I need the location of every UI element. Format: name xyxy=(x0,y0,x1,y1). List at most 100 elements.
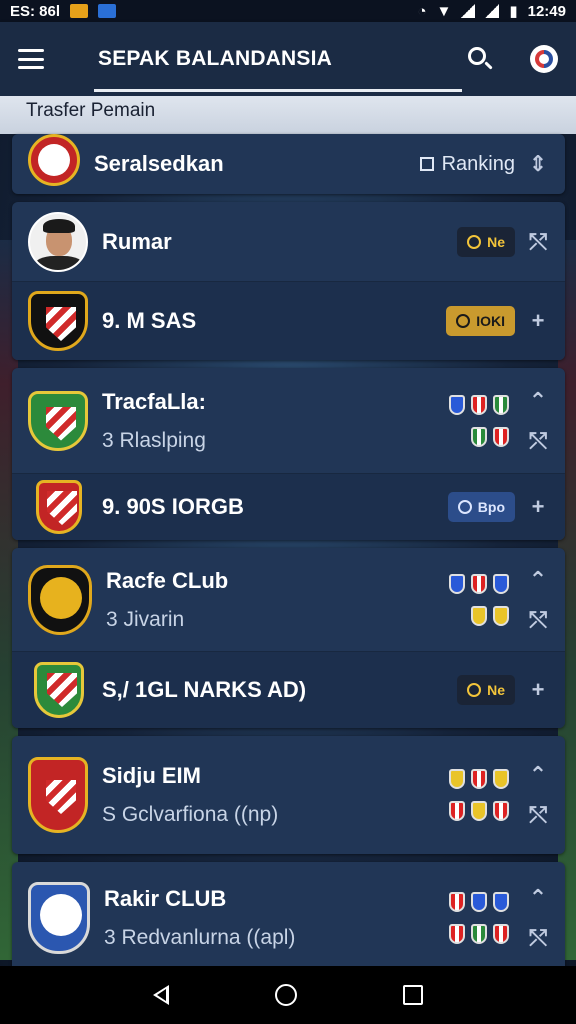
club-crest-icon xyxy=(34,662,84,718)
ranking-button[interactable]: Ranking xyxy=(419,152,515,176)
list-card: TracfaLla: 3 Rlaslping ⌃ ⤲ 9. 90S IORGB … xyxy=(12,368,565,540)
swap-icon[interactable]: ⤲ xyxy=(527,429,549,452)
club-crest-icon xyxy=(28,291,88,351)
club-name: 9. M SAS xyxy=(102,308,197,333)
recent-apps-icon[interactable] xyxy=(403,985,423,1005)
mini-crest-icon xyxy=(471,892,487,912)
list-item[interactable]: Rakir CLUB 3 Redvanlurna ((apl) ⌃ ⤲ xyxy=(12,862,565,974)
mini-crest-icon xyxy=(449,892,465,912)
club-crest-icon xyxy=(28,757,88,833)
mini-crest-icon xyxy=(449,769,465,789)
tab-indicator xyxy=(94,89,463,92)
list-item[interactable]: Sidju EIM S Gclvarfiona ((np) ⌃ ⤲ xyxy=(12,736,565,854)
list-header-row[interactable]: Seralsedkan Ranking ⇕ xyxy=(12,134,565,194)
club-crest-icon xyxy=(28,564,92,635)
app-notification-icon xyxy=(98,4,117,18)
alarm-icon: ◔ xyxy=(417,2,427,20)
mini-crest-icon xyxy=(449,394,465,415)
transfer-list: Seralsedkan Ranking ⇕ Rumar Ne ⤲ 9. M SA… xyxy=(12,134,565,982)
list-item[interactable]: 9. 90S IORGB Bpo + xyxy=(12,474,565,540)
app-bar: SEPAK BALANDANSIA xyxy=(0,22,576,96)
list-item[interactable]: S,/ 1GL NARKS AD) Ne + xyxy=(12,652,565,728)
mini-crest-icon xyxy=(471,426,487,447)
club-crest-icon xyxy=(28,134,80,186)
sort-icon[interactable]: ⇕ xyxy=(527,153,549,175)
badge-label: Ne xyxy=(487,233,505,250)
page-title: SEPAK BALANDANSIA xyxy=(94,47,463,92)
list-item[interactable]: TracfaLla: 3 Rlaslping ⌃ ⤲ xyxy=(12,368,565,474)
signal-icon xyxy=(461,4,476,18)
status-right: ◔ ▼ ▮ 12:49 xyxy=(417,2,566,21)
list-item[interactable]: Racfe CLub 3 Jivarin ⌃ ⤲ xyxy=(12,548,565,652)
club-badges xyxy=(449,394,509,447)
list-card: Racfe CLub 3 Jivarin ⌃ ⤲ S,/ 1GL NARKS A… xyxy=(12,548,565,728)
mini-crest-icon xyxy=(449,924,465,944)
badge-label: Ne xyxy=(487,682,505,698)
status-badge[interactable]: Ne xyxy=(457,226,515,257)
club-subtitle: S Gclvarfiona ((np) xyxy=(102,803,279,826)
swap-icon[interactable]: ⤲ xyxy=(527,608,549,631)
search-icon[interactable] xyxy=(466,45,494,73)
club-name: S,/ 1GL NARKS AD) xyxy=(102,677,307,702)
status-badge[interactable]: Ne xyxy=(457,675,515,705)
mini-crest-icon xyxy=(493,426,509,447)
wifi-icon: ▼ xyxy=(436,2,452,20)
club-name: Sidju EIM xyxy=(102,763,201,788)
club-name: 9. 90S IORGB xyxy=(102,494,244,519)
mini-crest-icon xyxy=(493,801,509,821)
status-time: 12:49 xyxy=(527,2,566,20)
profile-icon[interactable] xyxy=(530,45,558,73)
mini-crest-icon xyxy=(493,605,509,626)
expand-icon[interactable]: ⌃ xyxy=(527,764,549,786)
status-text: ES: 86l xyxy=(10,2,61,20)
player-avatar xyxy=(28,211,88,272)
section-label: Trasfer Pemain xyxy=(26,100,156,121)
expand-icon[interactable]: ⌃ xyxy=(527,389,549,412)
club-crest-icon xyxy=(36,480,82,534)
expand-icon[interactable]: ⌃ xyxy=(527,568,549,591)
shield-icon xyxy=(467,683,482,697)
club-name: Racfe CLub xyxy=(106,567,229,593)
player-name: Rumar xyxy=(102,228,172,254)
header-right: Ranking ⇕ xyxy=(419,152,549,176)
mini-crest-icon xyxy=(471,394,487,415)
home-icon[interactable] xyxy=(275,984,297,1006)
club-name: TracfaLla: xyxy=(102,388,206,414)
club-badges xyxy=(449,769,509,821)
list-item[interactable]: Rumar Ne ⤲ xyxy=(12,202,565,282)
header-text: Seralsedkan xyxy=(94,151,224,177)
notification-icon xyxy=(70,4,89,18)
add-icon[interactable]: + xyxy=(527,310,549,332)
add-icon[interactable]: + xyxy=(527,496,549,518)
mini-crest-icon xyxy=(493,573,509,594)
mini-crest-icon xyxy=(471,605,487,626)
swap-icon[interactable]: ⤲ xyxy=(527,230,549,253)
badge-label: Bpo xyxy=(477,499,505,515)
signal-icon-2 xyxy=(485,4,500,18)
menu-icon[interactable] xyxy=(18,49,44,69)
globe-icon xyxy=(457,500,472,514)
expand-icon[interactable]: ⌃ xyxy=(527,887,549,909)
mini-crest-icon xyxy=(493,892,509,912)
shield-icon xyxy=(456,314,471,328)
mini-crest-icon xyxy=(471,924,487,944)
status-badge[interactable]: Bpo xyxy=(447,492,515,522)
swap-icon[interactable]: ⤲ xyxy=(527,927,549,949)
club-name: Rakir CLUB xyxy=(104,886,227,911)
back-icon[interactable] xyxy=(153,985,169,1005)
mini-crest-icon xyxy=(471,801,487,821)
mini-crest-icon xyxy=(493,769,509,789)
list-card: Sidju EIM S Gclvarfiona ((np) ⌃ ⤲ xyxy=(12,736,565,854)
status-badge[interactable]: IOKI xyxy=(446,306,515,336)
club-badges xyxy=(449,573,509,626)
mini-crest-icon xyxy=(449,573,465,594)
add-icon[interactable]: + xyxy=(527,679,549,701)
ranking-checkbox-icon xyxy=(419,157,434,171)
list-card: Rumar Ne ⤲ 9. M SAS IOKI + xyxy=(12,202,565,360)
club-crest-icon xyxy=(28,390,88,451)
swap-icon[interactable]: ⤲ xyxy=(527,804,549,826)
list-item[interactable]: 9. M SAS IOKI + xyxy=(12,282,565,360)
ranking-label: Ranking xyxy=(441,152,515,175)
club-subtitle: 3 Jivarin xyxy=(106,607,185,631)
system-nav-bar xyxy=(0,966,576,1024)
